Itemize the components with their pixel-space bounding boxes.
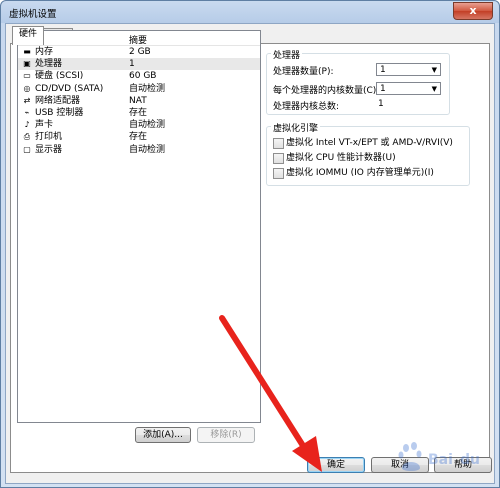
ok-button[interactable]: 确定: [307, 457, 365, 473]
printer-icon: ⎙: [23, 132, 31, 142]
svg-text:Bai: Bai: [428, 452, 453, 468]
device-name: 处理器: [35, 59, 63, 70]
total-cores-label: 处理器内核总数:: [273, 102, 340, 112]
list-header: 设备 摘要: [18, 31, 260, 46]
device-row[interactable]: ⌁ USB 控制器 存在: [18, 107, 260, 119]
device-row[interactable]: ▣ 处理器 1: [18, 58, 260, 71]
processor-count-select[interactable]: 1 ▼: [376, 63, 441, 76]
device-row[interactable]: ▢ 显示器 自动检测: [18, 144, 260, 156]
sound-card-icon: ♪: [24, 120, 30, 130]
device-summary: 自动检测: [129, 144, 166, 155]
cores-per-processor-label: 每个处理器的内核数量(C):: [273, 86, 380, 96]
add-device-button[interactable]: 添加(A)...: [135, 427, 191, 443]
remove-device-button[interactable]: 移除(R): [197, 427, 255, 443]
processor-group-title: 处理器: [271, 48, 303, 61]
processor-group: 处理器 处理器数量(P): 1 ▼ 每个处理器的内核数量(C): 1 ▼ 处理器…: [266, 48, 450, 115]
window-title: 虚拟机设置: [9, 9, 57, 20]
virtualization-engine-group: 虚拟化引擎 虚拟化 Intel VT-x/EPT 或 AMD-V/RVI(V) …: [266, 121, 470, 186]
cores-per-processor-select[interactable]: 1 ▼: [376, 82, 441, 95]
checkbox-box[interactable]: [273, 168, 284, 179]
hard-disk-icon: ▭: [23, 71, 31, 81]
tab-hardware[interactable]: 硬件: [12, 26, 45, 45]
device-name: 显示器: [35, 144, 63, 155]
close-button[interactable]: x: [453, 2, 493, 20]
device-summary: NAT: [129, 95, 147, 106]
chevron-down-icon: ▼: [431, 66, 437, 74]
baidu-watermark-logo: Bai du: [398, 442, 480, 471]
device-summary: 存在: [129, 132, 148, 143]
device-summary: 自动检测: [129, 83, 166, 94]
svg-text:du: du: [460, 452, 480, 468]
device-row[interactable]: ⎙ 打印机 存在: [18, 131, 260, 143]
device-list[interactable]: 设备 摘要 ▬ 内存 2 GB ▣ 处理器 1 ▭ 硬盘 (SCSI) 60 GB ◎ CD/DVD…: [17, 30, 261, 423]
cpu-icon: ▣: [23, 59, 31, 69]
virtualization-group-title: 虚拟化引擎: [271, 121, 321, 134]
network-adapter-icon: ⇄: [23, 95, 31, 105]
device-name: USB 控制器: [35, 107, 84, 118]
device-row[interactable]: ⇄ 网络适配器 NAT: [18, 95, 260, 107]
device-name: 打印机: [35, 132, 63, 143]
processor-count-label: 处理器数量(P):: [273, 67, 334, 77]
device-name: 硬盘 (SCSI): [35, 71, 84, 82]
device-name: 网络适配器: [35, 95, 81, 106]
chevron-down-icon: ▼: [431, 85, 437, 93]
checkbox-iommu-label: 虚拟化 IOMMU (IO 内存管理单元)(I): [286, 168, 434, 178]
processor-count-value: 1: [380, 65, 386, 75]
usb-icon: ⌁: [24, 107, 30, 117]
checkbox-box[interactable]: [273, 153, 284, 164]
dialog-window: 虚拟机设置 x 硬件 选项 设备 摘要 ▬内存2 GB▣处理器1▭硬盘 (SCS…: [0, 0, 500, 488]
device-summary: 自动检测: [129, 120, 166, 131]
total-cores-value: 1: [378, 99, 384, 109]
title-bar: 虚拟机设置 x: [1, 1, 499, 23]
cd-dvd-icon: ◎: [23, 83, 31, 93]
device-row[interactable]: ▬ 内存 2 GB: [18, 46, 260, 58]
device-rows: ▬ 内存 2 GB ▣ 处理器 1 ▭ 硬盘 (SCSI) 60 GB ◎ CD/DVD (SATA…: [18, 46, 260, 156]
device-row[interactable]: ◎ CD/DVD (SATA) 自动检测: [18, 83, 260, 95]
checkbox-cpu-counters-label: 虚拟化 CPU 性能计数器(U): [286, 153, 396, 163]
device-summary: 60 GB: [129, 71, 157, 82]
display-icon: ▢: [23, 144, 31, 154]
checkbox-box[interactable]: [273, 138, 284, 149]
device-name: 声卡: [35, 120, 54, 131]
device-summary: 存在: [129, 107, 148, 118]
device-row[interactable]: ♪ 声卡 自动检测: [18, 119, 260, 131]
column-header-summary[interactable]: 摘要: [129, 33, 147, 46]
device-row[interactable]: ▭ 硬盘 (SCSI) 60 GB: [18, 70, 260, 82]
checkbox-vtx-label: 虚拟化 Intel VT-x/EPT 或 AMD-V/RVI(V): [286, 138, 453, 148]
cores-per-processor-value: 1: [380, 84, 386, 94]
device-name: CD/DVD (SATA): [35, 83, 104, 94]
device-summary: 2 GB: [129, 47, 151, 57]
device-summary: 1: [129, 59, 135, 70]
device-name: 内存: [35, 47, 54, 57]
memory-icon: ▬: [23, 47, 31, 56]
